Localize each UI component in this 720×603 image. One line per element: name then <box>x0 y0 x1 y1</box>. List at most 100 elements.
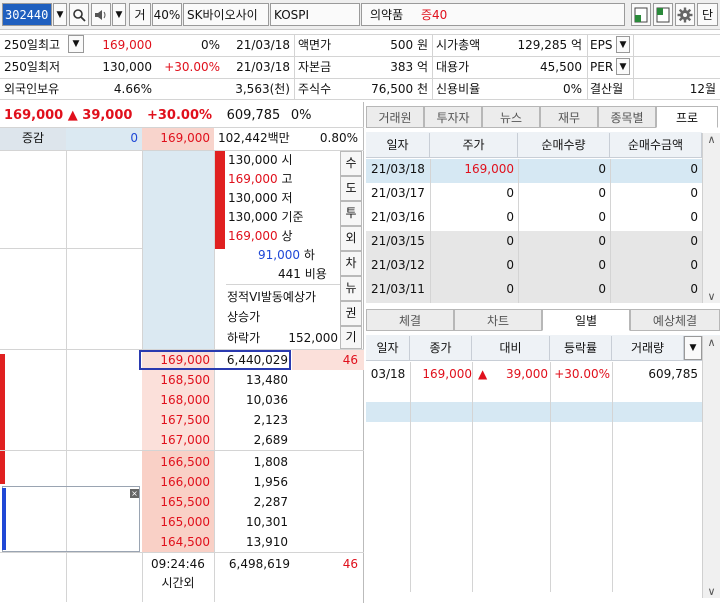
bid-price[interactable]: 166,500 <box>142 452 210 472</box>
current-price: 169,000 <box>4 108 64 123</box>
lower-scrollbar[interactable]: ∧ ∨ <box>702 336 720 598</box>
side-button-foreign[interactable]: 외 <box>340 226 362 251</box>
speaker-icon[interactable] <box>91 3 111 26</box>
layout-icon-1[interactable] <box>631 3 651 26</box>
price-change: 39,000 <box>82 108 133 123</box>
ask-qty: 2,123 <box>253 413 288 427</box>
side-button-etc[interactable]: 기 <box>340 326 362 349</box>
low250-date: 21/03/18 <box>236 60 290 74</box>
tab-broker[interactable]: 거래원 <box>366 106 424 128</box>
orderbook-panel: 169,000 ▲ 39,000 +30.00% 609,785 0% 증감 0… <box>0 102 364 603</box>
ask-price[interactable]: 167,500 <box>142 410 210 430</box>
table-row[interactable]: 21/03/11 0 0 0 <box>366 279 702 303</box>
footer-time: 09:24:46 <box>151 557 205 571</box>
substitute-price: 45,500 <box>540 60 582 74</box>
upper-scrollbar[interactable]: ∧ ∨ <box>702 133 720 303</box>
tab-news[interactable]: 뉴스 <box>482 106 540 128</box>
tab-chart[interactable]: 차트 <box>454 309 542 331</box>
table-row[interactable]: 21/03/18 169,000 0 0 <box>366 159 702 183</box>
margin-label: 증40 <box>415 3 625 26</box>
scroll-up-icon[interactable]: ∧ <box>703 336 720 349</box>
summary-value: 130,000 <box>228 153 278 167</box>
ask-price[interactable]: 168,000 <box>142 390 210 410</box>
col-change: 대비 <box>472 336 550 360</box>
volume-dropdown[interactable]: ▼ <box>684 336 702 360</box>
speaker-dropdown-button[interactable]: ▼ <box>112 3 126 26</box>
high250-dropdown[interactable]: ▼ <box>68 35 84 53</box>
summary-bg <box>142 151 214 349</box>
table-row[interactable]: 21/03/17 0 0 0 <box>366 183 702 207</box>
summary-upper: 169,000 상 <box>228 229 293 243</box>
side-button-news[interactable]: 뉴 <box>340 276 362 301</box>
bid-price[interactable]: 164,500 <box>142 532 210 552</box>
dan-button[interactable]: 단 <box>697 3 718 26</box>
ask-extra: 46 <box>342 353 358 367</box>
tab-expected[interactable]: 예상체결 <box>630 309 720 331</box>
tab-investor[interactable]: 투자자 <box>424 106 482 128</box>
tab-finance[interactable]: 재무 <box>540 106 598 128</box>
tab-by-stock[interactable]: 종목별 <box>598 106 656 128</box>
ask-price[interactable]: 168,500 <box>142 370 210 390</box>
scroll-down-icon[interactable]: ∨ <box>703 585 720 598</box>
side-button-rights[interactable]: 권 <box>340 301 362 326</box>
inc-label: 증감 <box>21 131 45 145</box>
high250-date: 21/03/18 <box>236 38 290 52</box>
high250-pct: 0% <box>200 38 220 52</box>
bid-price[interactable]: 165,500 <box>142 492 210 512</box>
per-dropdown[interactable]: ▼ <box>616 58 630 75</box>
col-price: 주가 <box>430 133 518 157</box>
col-net-amount: 순매수금액 <box>610 133 702 157</box>
table-row[interactable]: 21/03/16 0 0 0 <box>366 207 702 231</box>
side-button-chart[interactable]: 차 <box>340 251 362 276</box>
col-volume: 거래량 <box>612 336 684 360</box>
ask-rows: 169,000 6,440,029 46 168,500 13,480 168,… <box>0 350 364 450</box>
up-arrow-icon: ▲ <box>478 367 488 381</box>
summary-value: 130,000 <box>228 191 278 205</box>
summary-value: 130,000 <box>228 210 278 224</box>
market-cap: 129,285 억 <box>517 38 582 52</box>
sector-label: 의약품 <box>361 3 423 26</box>
bid-price[interactable]: 166,000 <box>142 472 210 492</box>
trade-ratio: 0.80% <box>319 131 358 145</box>
scroll-down-icon[interactable]: ∨ <box>703 290 720 303</box>
footer-time-label: 시간외 <box>161 576 195 590</box>
tab-trades[interactable]: 체결 <box>366 309 454 331</box>
ask-qty: 10,036 <box>246 393 288 407</box>
tab-program[interactable]: 프로 <box>656 106 718 128</box>
code-dropdown-button[interactable]: ▼ <box>53 3 67 26</box>
high250-label: 250일최고 <box>4 38 61 52</box>
search-icon[interactable] <box>69 3 89 26</box>
percent-button[interactable]: 40% <box>152 3 182 26</box>
summary-value: 169,000 <box>228 172 278 186</box>
table-row[interactable]: 21/03/12 0 0 0 <box>366 255 702 279</box>
tab-daily[interactable]: 일별 <box>542 309 630 331</box>
lower-table-body: 03/18 169,000 ▲ 39,000 +30.00% 609,785 <box>366 362 702 592</box>
vi-title: 정적VI발동예상가 <box>227 290 317 304</box>
ask-price[interactable]: 167,000 <box>142 430 210 450</box>
credit-label: 신용비율 <box>436 82 481 96</box>
summary-value: 441 <box>278 267 301 281</box>
bid-price[interactable]: 165,000 <box>142 512 210 532</box>
toolbar: 302440 ▼ ▼ 거 40% SK바이오사이 KOSPI 의약품 증40 단 <box>0 0 720 30</box>
eps-dropdown[interactable]: ▼ <box>616 36 630 53</box>
summary-low: 130,000 저 <box>228 191 293 205</box>
side-button-do[interactable]: 도 <box>340 176 362 201</box>
ask-price[interactable]: 169,000 <box>142 350 210 370</box>
scroll-up-icon[interactable]: ∧ <box>703 133 720 146</box>
footer-extra: 46 <box>342 557 358 571</box>
per-label: PER <box>590 60 614 74</box>
col-date: 일자 <box>366 133 430 157</box>
gear-icon[interactable] <box>675 3 695 26</box>
table-row[interactable]: 21/03/15 0 0 0 <box>366 231 702 255</box>
quote-line: 169,000 ▲ 39,000 +30.00% 609,785 0% <box>4 105 362 126</box>
side-button-invest[interactable]: 투 <box>340 201 362 226</box>
foreign-label: 외국인보유 <box>4 82 60 96</box>
layout-icon-2[interactable] <box>653 3 673 26</box>
footer-total: 6,498,619 <box>228 557 290 571</box>
side-button-buy[interactable]: 수 <box>340 151 362 176</box>
table-row[interactable]: 03/18 169,000 ▲ 39,000 +30.00% 609,785 <box>366 362 702 386</box>
summary-value: 91,000 <box>258 248 300 262</box>
stock-code-input[interactable]: 302440 <box>2 3 52 26</box>
ask-qty: 2,689 <box>253 433 288 447</box>
ge-button[interactable]: 거 <box>129 3 151 26</box>
